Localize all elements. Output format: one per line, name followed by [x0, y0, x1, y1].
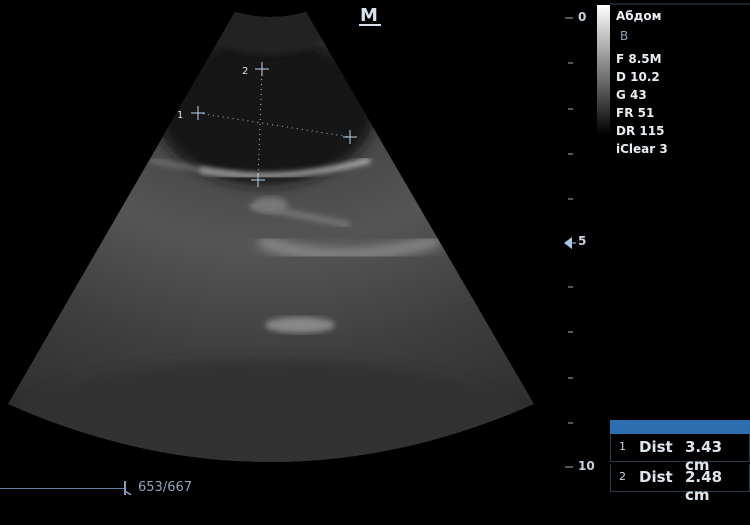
depth-scale — [564, 17, 576, 468]
mode-m-icon: M — [359, 5, 381, 26]
ultrasound-image[interactable] — [0, 0, 600, 525]
mode-label: M — [360, 5, 378, 26]
measurement-index: 2 — [619, 470, 626, 483]
depth-label-5: 5 — [578, 234, 587, 248]
caliper-label-2: 2 — [242, 66, 248, 77]
measurement-results-panel: 1 Dist 3.43 cm 2 Dist 2.48 cm — [610, 420, 750, 504]
measurement-row[interactable]: 2 Dist 2.48 cm — [610, 464, 750, 504]
measurement-row[interactable]: 1 Dist 3.43 cm — [610, 434, 750, 474]
param-depth: D 10.2 — [616, 70, 660, 84]
param-frame-rate: FR 51 — [616, 106, 655, 120]
measurement-value: 2.48 cm — [685, 468, 723, 504]
depth-label-10: 10 — [578, 459, 595, 473]
param-gain: G 43 — [616, 88, 647, 102]
cine-frame-counter: 653/667 — [138, 480, 193, 495]
imaging-mode-label: B — [620, 29, 629, 43]
measurement-name: Dist — [639, 468, 673, 486]
cine-scrollbar-track[interactable] — [0, 488, 124, 489]
param-iclear: iClear 3 — [616, 142, 668, 156]
measurement-index: 1 — [619, 440, 626, 453]
caliper-label-1: 1 — [177, 110, 183, 121]
preset-label: Абдом — [616, 9, 662, 23]
param-frequency: F 8.5M — [616, 52, 662, 66]
measurement-name: Dist — [639, 438, 673, 456]
cine-scrollbar-handle-icon[interactable] — [122, 481, 132, 495]
focus-triangle-icon[interactable] — [564, 237, 572, 249]
depth-label-0: 0 — [578, 10, 587, 24]
param-dynamic-range: DR 115 — [616, 124, 665, 138]
measurement-panel-header — [610, 420, 750, 434]
grayscale-bar — [597, 5, 610, 135]
